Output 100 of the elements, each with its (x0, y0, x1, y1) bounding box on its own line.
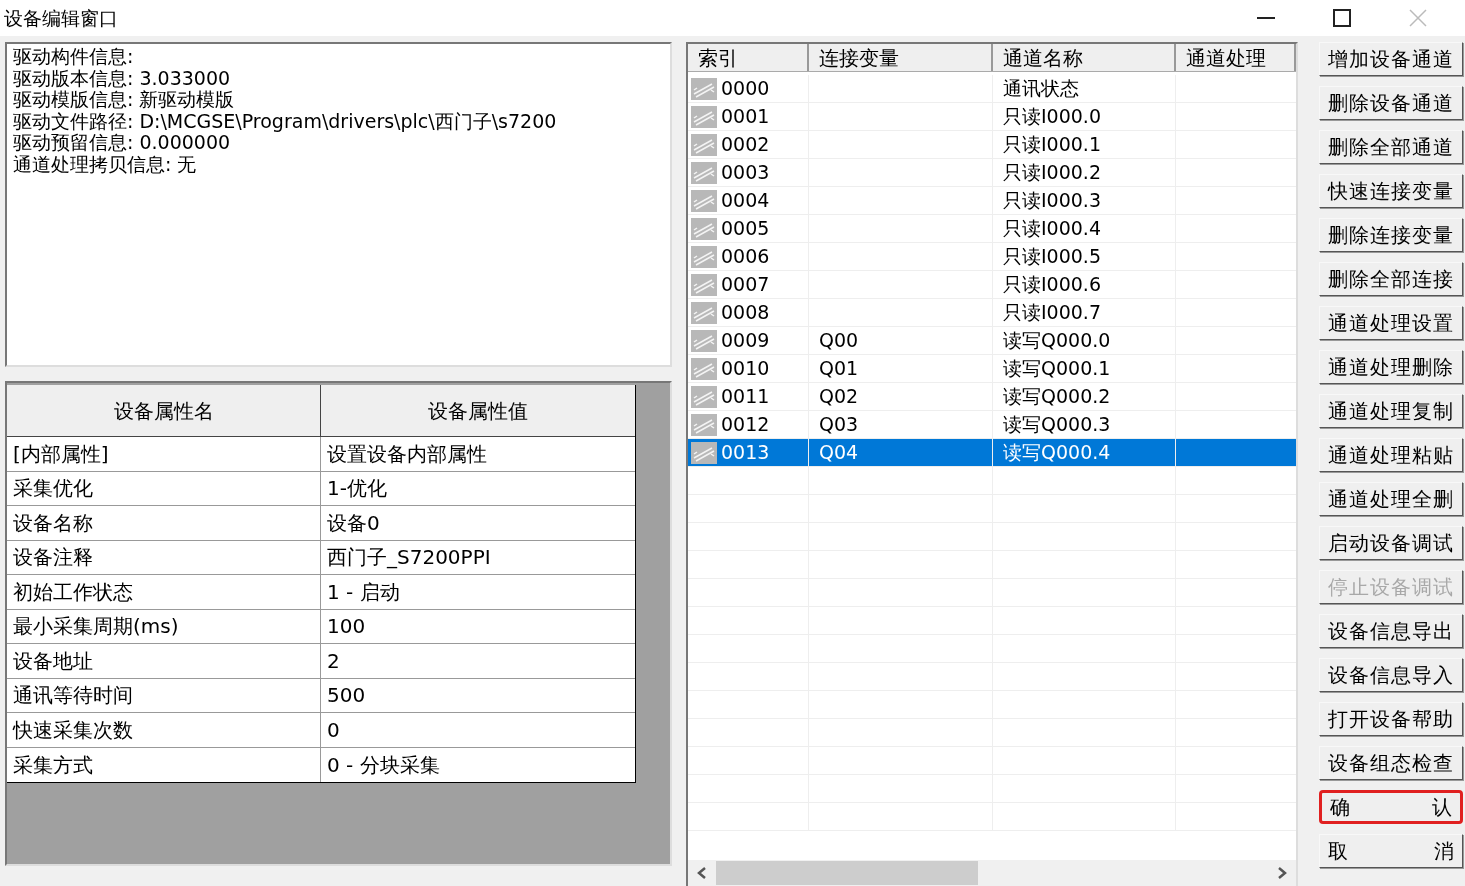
channel-index: 0013 (721, 440, 770, 466)
channel-name: 读写Q000.0 (1003, 328, 1111, 354)
channel-name: 只读I000.2 (1003, 160, 1101, 186)
action-button[interactable]: 通道处理删除 (1319, 350, 1463, 384)
column-header[interactable]: 连接变量 (809, 44, 993, 71)
info-line: 驱动模版信息: 新驱动模版 (13, 89, 236, 111)
connected-variable: Q01 (819, 356, 859, 382)
action-button[interactable]: 打开设备帮助 (1319, 702, 1463, 736)
dialog-button[interactable]: 取 消 (1319, 834, 1463, 868)
chip-icon (691, 189, 717, 212)
channel-name: 只读I000.3 (1003, 188, 1101, 214)
connected-variable: Q00 (819, 328, 859, 354)
action-button[interactable]: 快速连接变量 (1319, 174, 1463, 208)
scroll-left-icon[interactable] (696, 866, 708, 880)
action-button[interactable]: 设备信息导入 (1319, 658, 1463, 692)
channel-row[interactable]: 0013 Q04 读写Q000.4 (688, 439, 1296, 467)
channel-row[interactable]: 0007 只读I000.6 (688, 271, 1296, 299)
channel-name: 只读I000.4 (1003, 216, 1101, 242)
channel-name: 读写Q000.4 (1003, 440, 1111, 466)
property-value[interactable]: 500 (321, 678, 635, 712)
property-name: 通讯等待时间 (7, 678, 321, 712)
chip-icon (691, 357, 717, 380)
connected-variable: Q02 (819, 384, 859, 410)
channel-name: 读写Q000.3 (1003, 412, 1111, 438)
property-value[interactable]: 2 (321, 644, 635, 678)
channel-index: 0012 (721, 412, 770, 438)
channel-name: 读写Q000.2 (1003, 384, 1111, 410)
channel-index: 0009 (721, 328, 770, 354)
column-header[interactable]: 设备属性名 (7, 385, 321, 436)
property-value[interactable]: 设置设备内部属性 (321, 437, 635, 471)
action-button[interactable]: 删除全部连接 (1319, 262, 1463, 296)
channel-row[interactable]: 0010 Q01 读写Q000.1 (688, 355, 1296, 383)
channel-index: 0005 (721, 216, 770, 242)
close-icon[interactable] (1409, 9, 1427, 27)
column-header[interactable]: 索引 (688, 44, 809, 71)
channel-index: 0000 (721, 76, 770, 102)
channel-name: 只读I000.7 (1003, 300, 1101, 326)
property-value[interactable]: 0 - 分块采集 (321, 747, 635, 782)
channel-row[interactable]: 0011 Q02 读写Q000.2 (688, 383, 1296, 411)
property-value[interactable]: 设备0 (321, 506, 635, 540)
property-value[interactable]: 0 (321, 713, 635, 747)
action-button[interactable]: 删除全部通道 (1319, 130, 1463, 164)
action-button[interactable]: 通道处理设置 (1319, 306, 1463, 340)
channel-name: 只读I000.5 (1003, 244, 1101, 270)
minimize-icon[interactable] (1257, 17, 1275, 19)
action-button[interactable]: 设备信息导出 (1319, 614, 1463, 648)
property-value[interactable]: 西门子_S7200PPI (321, 540, 635, 574)
window-title: 设备编辑窗口 (3, 5, 119, 31)
channel-row[interactable]: 0002 只读I000.1 (688, 131, 1296, 159)
channel-row[interactable]: 0008 只读I000.7 (688, 299, 1296, 327)
property-value[interactable]: 1 - 启动 (321, 575, 635, 609)
channel-name: 只读I000.0 (1003, 104, 1101, 130)
channel-name: 读写Q000.1 (1003, 356, 1111, 382)
action-button[interactable]: 启动设备调试 (1319, 526, 1463, 560)
chip-icon (691, 301, 717, 324)
scrollbar-thumb[interactable] (716, 861, 978, 885)
property-name: 初始工作状态 (7, 575, 321, 609)
property-value[interactable]: 1-优化 (321, 471, 635, 505)
dialog-button[interactable]: 确 认 (1319, 790, 1463, 824)
chip-icon (691, 329, 717, 352)
info-line: 驱动文件路径: D:\MCGSE\Program\drivers\plc\西门子\s7200 (13, 110, 558, 132)
channel-row[interactable]: 0004 只读I000.3 (688, 187, 1296, 215)
channel-row[interactable]: 0000 通讯状态 (688, 75, 1296, 103)
channel-index: 0006 (721, 244, 770, 270)
action-button[interactable]: 增加设备通道 (1319, 42, 1463, 76)
action-button[interactable]: 通道处理全删 (1319, 482, 1463, 516)
property-value[interactable]: 100 (321, 609, 635, 643)
chip-icon (691, 441, 717, 464)
channel-row[interactable]: 0001 只读I000.0 (688, 103, 1296, 131)
action-button[interactable]: 通道处理复制 (1319, 394, 1463, 428)
channel-name: 通讯状态 (1003, 76, 1079, 102)
info-line: 驱动构件信息: (13, 46, 135, 68)
info-line: 通道处理拷贝信息: 无 (13, 153, 198, 175)
action-button[interactable]: 通道处理粘贴 (1319, 438, 1463, 472)
channel-index: 0008 (721, 300, 770, 326)
column-header[interactable]: 通道处理 (1176, 44, 1296, 71)
channel-index: 0010 (721, 356, 770, 382)
action-button[interactable]: 删除连接变量 (1319, 218, 1463, 252)
column-header[interactable]: 通道名称 (993, 44, 1176, 71)
scroll-right-icon[interactable] (1276, 866, 1288, 880)
info-line: 驱动版本信息: 3.033000 (13, 67, 232, 89)
property-name: 设备名称 (7, 506, 321, 540)
column-header[interactable]: 设备属性值 (321, 385, 635, 436)
connected-variable: Q03 (819, 412, 859, 438)
action-button[interactable]: 设备组态检查 (1319, 746, 1463, 780)
chip-icon (691, 133, 717, 156)
channel-row[interactable]: 0005 只读I000.4 (688, 215, 1296, 243)
action-button[interactable]: 删除设备通道 (1319, 86, 1463, 120)
channel-row[interactable]: 0006 只读I000.5 (688, 243, 1296, 271)
channel-index: 0002 (721, 132, 770, 158)
horizontal-scrollbar[interactable] (688, 860, 1296, 886)
channel-row[interactable]: 0009 Q00 读写Q000.0 (688, 327, 1296, 355)
maximize-icon[interactable] (1333, 9, 1351, 27)
chip-icon (691, 217, 717, 240)
channel-index: 0001 (721, 104, 770, 130)
channel-row[interactable]: 0003 只读I000.2 (688, 159, 1296, 187)
channel-index: 0007 (721, 272, 770, 298)
channel-index: 0011 (721, 384, 770, 410)
property-name: 最小采集周期(ms) (7, 609, 321, 643)
channel-name: 只读I000.6 (1003, 272, 1101, 298)
